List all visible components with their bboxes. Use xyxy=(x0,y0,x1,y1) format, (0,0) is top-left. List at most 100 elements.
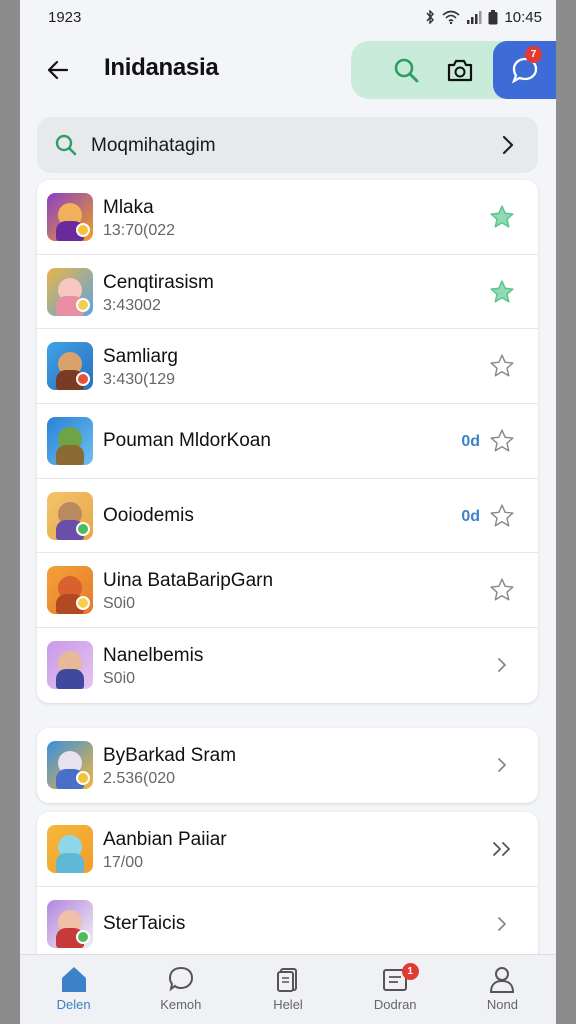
bottom-navigation: Delen Kemoh Helel 1 Dodran Nond xyxy=(20,954,556,1024)
favorite-toggle[interactable] xyxy=(488,427,516,455)
nav-label: Helel xyxy=(273,997,303,1012)
search-button[interactable] xyxy=(391,55,421,85)
bluetooth-icon xyxy=(426,10,435,24)
app-thumbnail xyxy=(47,641,93,690)
nav-tab-chat[interactable]: Kemoh xyxy=(127,955,234,1024)
app-thumbnail xyxy=(47,342,93,391)
favorite-toggle[interactable] xyxy=(488,203,516,231)
search-icon xyxy=(394,58,419,83)
list-item-subtitle: 3:43002 xyxy=(103,296,161,314)
list-item-subtitle: 3:430(129 xyxy=(103,371,176,389)
list-item[interactable]: Uina BataBaripGarn S0i0 xyxy=(37,553,538,629)
list-item-title: Uina BataBaripGarn xyxy=(103,570,274,592)
nav-tab-profile[interactable]: Nond xyxy=(449,955,556,1024)
list-item[interactable]: ByBarkad Sram 2.536(020 xyxy=(37,728,538,803)
secondary-list-card: Aanbian Paiiar 17/00 SterTaicis xyxy=(37,812,538,962)
chevron-right-icon xyxy=(502,135,514,155)
star-outline-icon xyxy=(490,354,514,377)
list-item-subtitle: 13:70(022 xyxy=(103,222,176,239)
nav-tab-home[interactable]: Delen xyxy=(20,955,127,1024)
app-thumbnail xyxy=(47,741,93,789)
favorite-toggle[interactable] xyxy=(488,576,516,604)
app-header: Inidanasia 7 xyxy=(20,34,556,104)
list-item-subtitle: 2.536(020 xyxy=(103,770,176,787)
list-item-tag: 0d xyxy=(461,507,480,525)
arrow-left-icon xyxy=(47,60,69,80)
status-clock: 10:45 xyxy=(504,8,542,26)
list-item[interactable]: Cenqtirasism 3:43002 xyxy=(37,255,538,330)
cards-icon xyxy=(277,968,297,992)
signal-icon xyxy=(467,11,482,24)
nav-tab-inbox[interactable]: 1 Dodran xyxy=(342,955,449,1024)
nav-label: Kemoh xyxy=(160,997,202,1012)
chevron-right-icon xyxy=(498,658,506,673)
search-text: Moqmihatagim xyxy=(91,135,216,156)
app-thumbnail xyxy=(47,899,93,948)
open-item-button[interactable] xyxy=(488,751,516,779)
star-outline-icon xyxy=(490,504,514,527)
search-icon xyxy=(55,134,77,156)
app-screen: 1923 10:45 Inidanasia 7 Moqmihatagim Mla… xyxy=(20,0,556,1024)
list-item-title: Ooiodemis xyxy=(103,504,194,526)
list-item-subtitle: S0i0 xyxy=(103,595,136,613)
favorite-toggle[interactable] xyxy=(488,278,516,306)
back-button[interactable] xyxy=(44,56,72,84)
nav-label: Delen xyxy=(56,997,91,1012)
list-item-title: SterTaicis xyxy=(103,912,186,934)
camera-icon xyxy=(447,59,473,82)
list-item-title: ByBarkad Sram xyxy=(103,745,237,766)
list-item-subtitle: S0i0 xyxy=(103,670,136,688)
status-bar: 1923 10:45 xyxy=(20,0,556,34)
list-item[interactable]: Nanelbemis S0i0 xyxy=(37,628,538,703)
double-chevron-icon xyxy=(493,842,510,856)
list-item[interactable]: Ooiodemis 0d xyxy=(37,479,538,554)
chat-icon xyxy=(168,966,193,992)
chevron-right-icon xyxy=(498,758,506,772)
app-thumbnail xyxy=(47,417,93,466)
list-item-title: Nanelbemis xyxy=(103,645,204,667)
app-list-card: Mlaka 13:70(022 Cenqtirasism 3:43002 Sam… xyxy=(37,180,538,703)
open-item-button[interactable] xyxy=(488,835,516,863)
star-filled-icon xyxy=(490,280,514,303)
chevron-right-icon xyxy=(498,916,506,931)
list-item[interactable]: Mlaka 13:70(022 xyxy=(37,180,538,255)
list-item-subtitle: 17/00 xyxy=(103,854,144,871)
nav-tab-cards[interactable]: Helel xyxy=(234,955,341,1024)
list-item-title: Cenqtirasism xyxy=(103,271,214,293)
star-outline-icon xyxy=(490,429,514,452)
status-time: 1923 xyxy=(48,8,82,26)
inbox-badge: 1 xyxy=(401,963,419,980)
page-title: Inidanasia xyxy=(104,54,219,81)
home-icon xyxy=(61,967,86,992)
list-item-title: Samliarg xyxy=(103,346,178,368)
status-icons: 10:45 xyxy=(424,9,542,26)
app-thumbnail xyxy=(47,193,93,241)
nav-label: Dodran xyxy=(373,997,417,1012)
nav-label: Nond xyxy=(486,997,518,1012)
list-item[interactable]: Samliarg 3:430(129 xyxy=(37,329,538,405)
app-thumbnail xyxy=(47,566,93,615)
list-item[interactable]: Pouman MldorKoan 0d xyxy=(37,404,538,479)
app-thumbnail xyxy=(47,267,93,316)
list-item[interactable]: SterTaicis xyxy=(37,887,538,962)
camera-button[interactable] xyxy=(445,55,475,85)
list-item-title: Mlaka xyxy=(103,197,154,218)
app-thumbnail xyxy=(47,491,93,540)
messages-button[interactable]: 7 xyxy=(493,41,556,99)
search-bar[interactable]: Moqmihatagim xyxy=(37,117,538,173)
list-item-title: Pouman MldorKoan xyxy=(103,430,271,452)
profile-icon xyxy=(490,967,515,993)
open-item-button[interactable] xyxy=(488,651,516,679)
wifi-icon xyxy=(442,10,460,24)
favorite-toggle[interactable] xyxy=(488,502,516,530)
list-item[interactable]: Aanbian Paiiar 17/00 xyxy=(37,812,538,887)
star-outline-icon xyxy=(490,578,514,601)
favorite-toggle[interactable] xyxy=(488,352,516,380)
app-thumbnail xyxy=(47,825,93,873)
open-item-button[interactable] xyxy=(488,910,516,938)
battery-icon xyxy=(488,9,498,24)
messages-badge: 7 xyxy=(525,46,542,63)
list-item-tag: 0d xyxy=(461,433,480,451)
star-filled-icon xyxy=(490,205,514,228)
single-item-card: ByBarkad Sram 2.536(020 xyxy=(37,728,538,803)
